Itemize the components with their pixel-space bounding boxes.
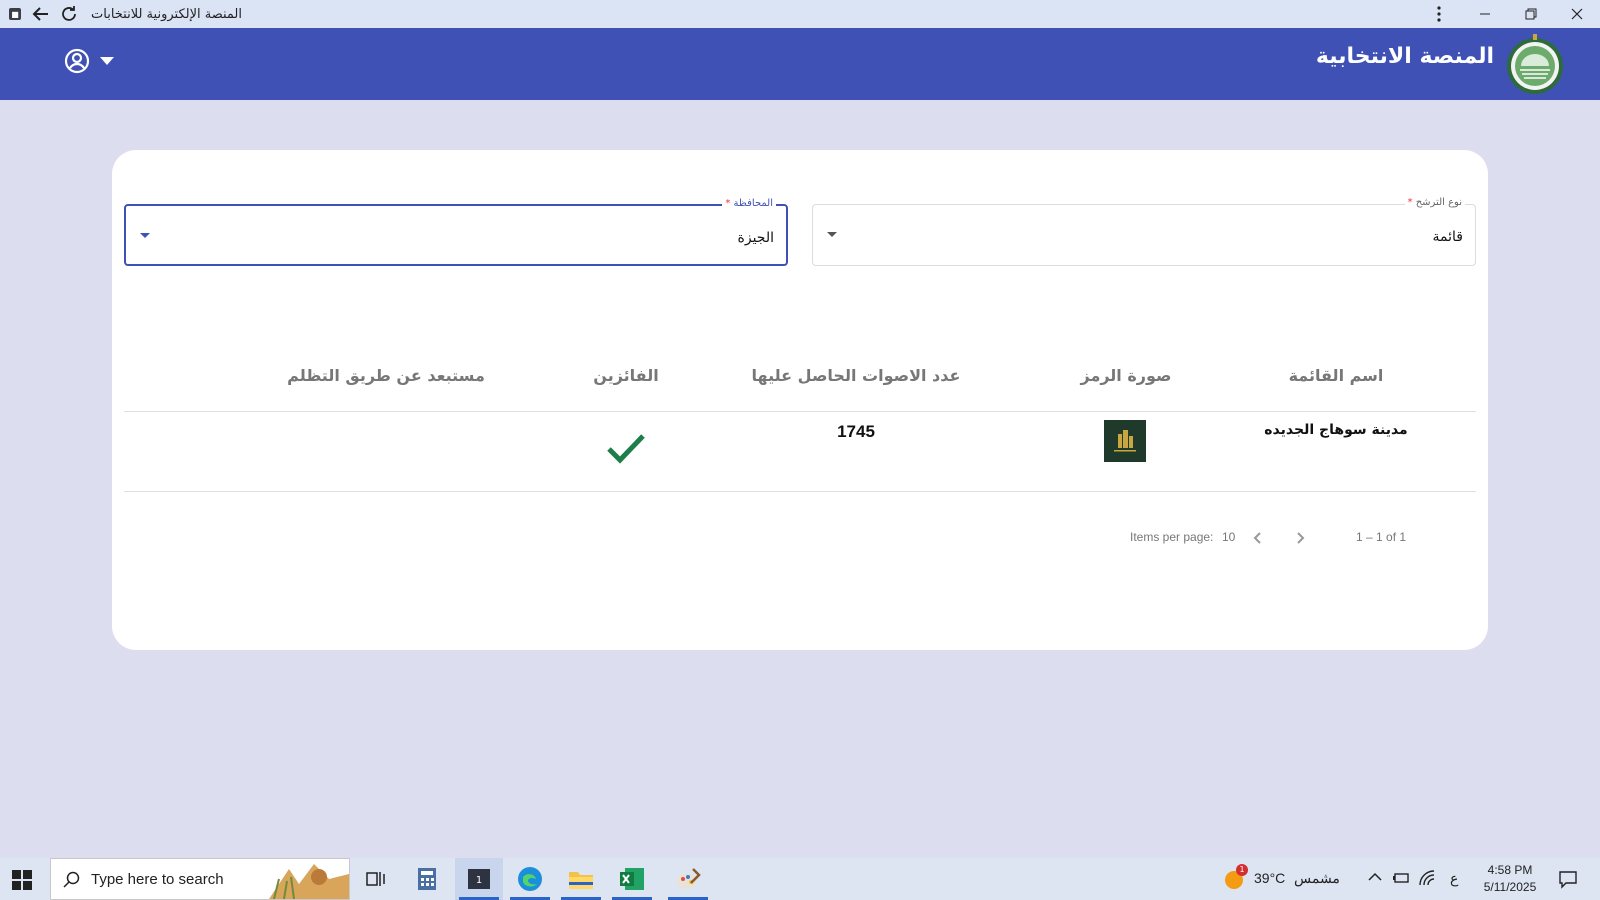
more-options-button[interactable] <box>1416 2 1462 26</box>
candidacy-type-label-text: نوع الترشح <box>1415 197 1462 208</box>
required-mark: * <box>725 198 731 209</box>
election-logo-icon <box>1507 34 1563 94</box>
paint-icon <box>677 868 701 889</box>
folder-icon <box>569 872 593 889</box>
battery-icon[interactable] <box>1392 870 1410 886</box>
windows-logo-icon <box>12 870 32 890</box>
dropdown-arrow-icon <box>827 232 837 237</box>
column-votes: عدد الاصوات الحاصل عليها <box>751 366 961 385</box>
votes-cell: 1745 <box>837 422 875 441</box>
weather-description: مشمس <box>1294 870 1340 886</box>
chevron-down-icon <box>100 57 114 65</box>
edge-app[interactable] <box>506 858 554 900</box>
back-arrow-icon <box>32 7 48 21</box>
close-button[interactable] <box>1554 2 1600 26</box>
app-header: المنصة الانتخابية <box>0 28 1600 100</box>
election-app-taskbar[interactable]: 1 <box>455 858 503 900</box>
app-icon: ■ <box>9 8 21 20</box>
paint-app[interactable] <box>664 858 712 900</box>
start-button[interactable] <box>12 870 32 894</box>
task-view-button[interactable] <box>352 858 400 900</box>
column-symbol-image: صورة الرمز <box>1080 366 1172 385</box>
column-excluded: مستبعد عن طريق التظلم <box>287 366 485 385</box>
wifi-icon[interactable] <box>1418 869 1436 887</box>
governorate-value: الجيزة <box>737 230 774 246</box>
window-titlebar: ■ المنصة الإلكترونية للانتخابات <box>0 0 1600 28</box>
excel-icon <box>620 868 644 890</box>
list-name-cell: مدينة سوهاج الجديده <box>1264 422 1408 438</box>
window-title: المنصة الإلكترونية للانتخابات <box>91 6 242 22</box>
checkmark-icon <box>607 434 645 464</box>
search-placeholder: Type here to search <box>91 870 224 888</box>
clock-date: 5/11/2025 <box>1483 880 1537 894</box>
governorate-label-text: المحافظة <box>733 198 773 209</box>
candidacy-type-select[interactable]: نوع الترشح * قائمة <box>812 197 1476 266</box>
refresh-icon <box>62 6 76 21</box>
reload-button[interactable] <box>57 2 81 26</box>
search-highlight-image <box>269 864 349 899</box>
minimize-icon <box>1480 13 1490 15</box>
taskbar-clock[interactable]: 4:58 PM 5/11/2025 <box>1470 862 1550 896</box>
page-range-label: 1 – 1 of 1 <box>1356 530 1407 544</box>
winner-cell <box>606 432 646 468</box>
chevron-right-icon <box>1297 532 1305 544</box>
governorate-label: المحافظة * <box>722 198 776 209</box>
minimize-button[interactable] <box>1462 2 1508 26</box>
app-title: المنصة الانتخابية <box>1315 44 1494 69</box>
next-page-button[interactable] <box>1290 528 1310 548</box>
dropdown-arrow-icon <box>140 233 150 238</box>
file-explorer-app[interactable] <box>557 858 605 900</box>
results-table: اسم القائمة صورة الرمز عدد الاصوات الحاص… <box>124 350 1476 492</box>
clock-time: 4:58 PM <box>1487 863 1533 877</box>
notifications-icon[interactable] <box>1558 869 1578 889</box>
symbol-image-cell <box>1104 420 1146 462</box>
table-header-row: اسم القائمة صورة الرمز عدد الاصوات الحاص… <box>124 350 1476 412</box>
items-per-page-select[interactable]: 10 <box>1222 530 1235 544</box>
chevron-left-icon <box>1253 532 1261 544</box>
restore-button[interactable] <box>1508 2 1554 26</box>
account-circle-icon <box>64 48 90 74</box>
kebab-menu-icon <box>1437 6 1441 22</box>
paginator: Items per page: 10 1 – 1 of 1 <box>1130 524 1430 554</box>
weather-widget[interactable]: 1 <box>1224 864 1248 890</box>
restore-icon <box>1525 8 1537 20</box>
taskbar-search-box[interactable]: Type here to search <box>50 858 350 900</box>
candidacy-type-label: نوع الترشح * <box>1404 197 1465 208</box>
search-icon <box>63 871 80 888</box>
windows-taskbar: Type here to search 1 1 39°C مشمس ع 4:58… <box>0 858 1600 900</box>
results-card: نوع الترشح * قائمة المحافظة * الجيزة اسم… <box>112 150 1488 650</box>
show-hidden-icons-icon[interactable] <box>1368 872 1382 882</box>
required-mark: * <box>1407 197 1413 208</box>
list-symbol-image <box>1104 420 1146 462</box>
governorate-select[interactable]: المحافظة * الجيزة <box>124 198 788 266</box>
close-icon <box>1571 8 1583 20</box>
calculator-app[interactable] <box>403 858 451 900</box>
previous-page-button[interactable] <box>1248 528 1268 548</box>
user-menu-button[interactable] <box>64 48 114 74</box>
column-list-name: اسم القائمة <box>1288 366 1384 385</box>
candidacy-type-value: قائمة <box>1432 229 1463 245</box>
items-per-page-label: Items per page: <box>1130 530 1214 544</box>
input-language[interactable]: ع <box>1450 870 1458 887</box>
task-view-icon <box>366 872 385 886</box>
calculator-icon <box>418 868 436 890</box>
election-app-icon: 1 <box>468 869 490 889</box>
weather-temperature: 39°C <box>1254 870 1286 886</box>
weather-badge: 1 <box>1236 864 1248 876</box>
edge-browser-icon <box>518 867 542 891</box>
excel-app[interactable] <box>608 858 656 900</box>
svg-text:1: 1 <box>476 875 482 886</box>
table-row[interactable]: مدينة سوهاج الجديده 1745 <box>124 412 1476 492</box>
back-button[interactable] <box>29 2 53 26</box>
column-winners: الفائزين <box>593 366 659 385</box>
